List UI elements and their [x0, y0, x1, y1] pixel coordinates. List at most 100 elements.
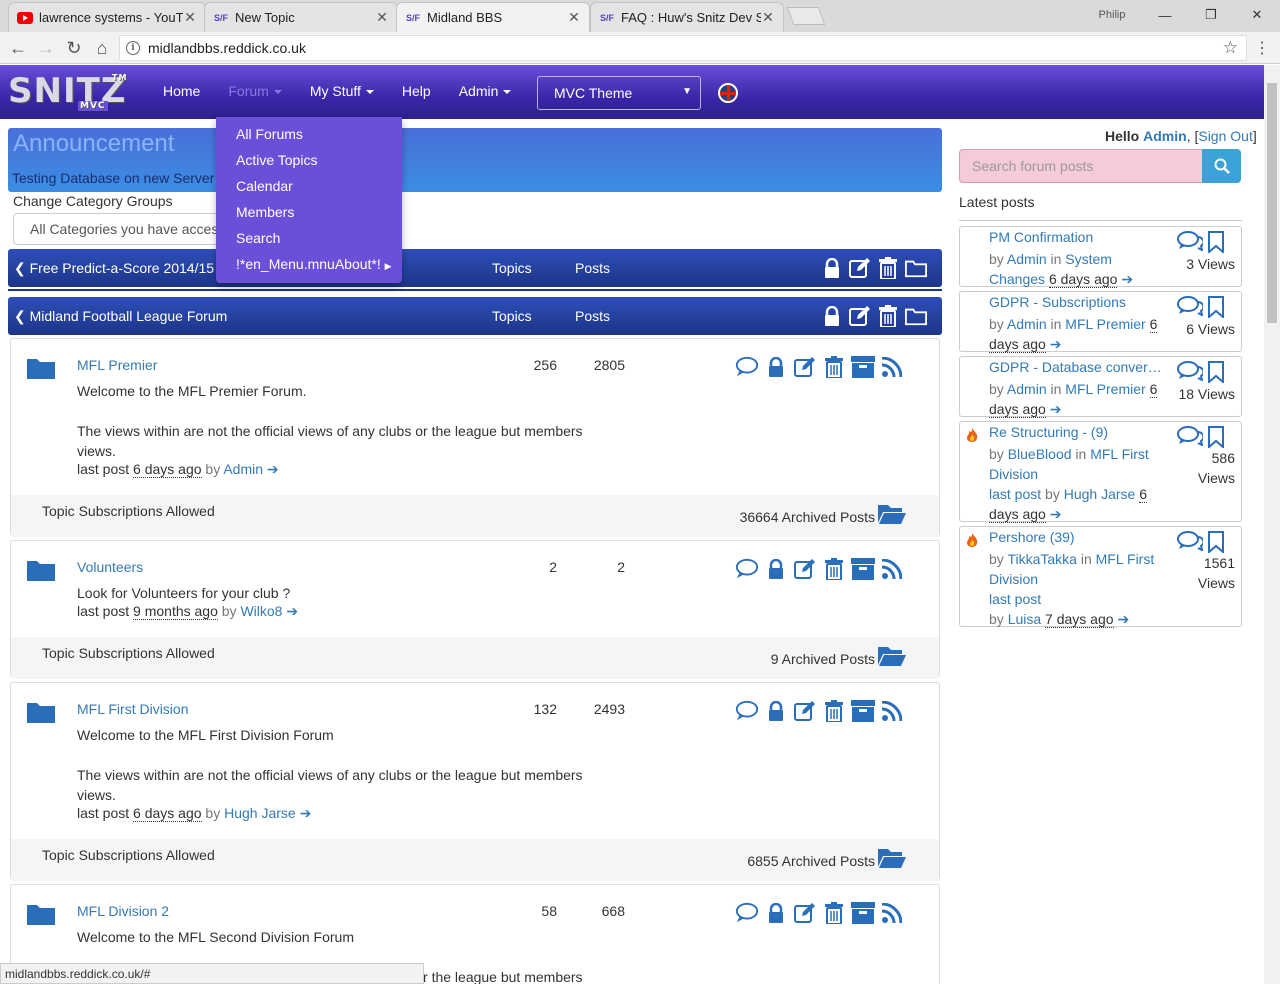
browser-menu-icon[interactable]: ⋮: [1254, 38, 1270, 58]
post-title-link[interactable]: GDPR - Subscriptions: [989, 294, 1164, 310]
menu-item-all-forums[interactable]: All Forums: [216, 125, 402, 151]
comment-icon[interactable]: [735, 355, 759, 379]
menu-item-calendar[interactable]: Calendar: [216, 177, 402, 203]
post-forum[interactable]: MFL Premier: [1065, 316, 1145, 332]
trash-icon[interactable]: [877, 257, 899, 279]
folder-icon[interactable]: [905, 257, 927, 279]
lock-icon[interactable]: [764, 557, 788, 581]
forum-name-link[interactable]: MFL Division 2: [77, 903, 169, 919]
bookmark-star-icon[interactable]: ☆: [1223, 38, 1238, 58]
category-header[interactable]: ❮ Midland Football League Forum Topics P…: [8, 297, 942, 335]
browser-tab-active[interactable]: S/F Midland BBS ✕: [396, 2, 590, 32]
folder-open-icon[interactable]: [878, 847, 906, 869]
trash-icon[interactable]: [822, 557, 846, 581]
trash-icon[interactable]: [822, 355, 846, 379]
comment-icon[interactable]: [735, 557, 759, 581]
last-post-author[interactable]: Wilko8: [240, 603, 282, 619]
edit-icon[interactable]: [793, 699, 817, 723]
folder-icon[interactable]: [905, 305, 927, 327]
arrow-right-icon[interactable]: ➔: [300, 805, 312, 821]
menu-item-active-topics[interactable]: Active Topics: [216, 151, 402, 177]
edit-icon[interactable]: [793, 557, 817, 581]
category-group-select[interactable]: All Categories you have access to: [13, 213, 233, 245]
arrow-right-icon[interactable]: ➔: [1050, 506, 1062, 522]
user-link[interactable]: Admin: [1143, 128, 1187, 144]
edit-icon[interactable]: [849, 257, 871, 279]
browser-tab[interactable]: S/F New Topic ✕: [204, 2, 398, 32]
info-icon[interactable]: i: [126, 41, 140, 55]
bookmark-icon[interactable]: [1207, 361, 1225, 386]
bookmark-icon[interactable]: [1207, 296, 1225, 321]
comments-icon[interactable]: [1177, 296, 1205, 321]
close-icon[interactable]: ✕: [375, 9, 389, 26]
nav-help[interactable]: Help: [402, 83, 431, 99]
archive-icon[interactable]: [851, 699, 875, 723]
trash-icon[interactable]: [822, 699, 846, 723]
lock-icon[interactable]: [764, 699, 788, 723]
category-header[interactable]: ❮ Free Predict-a-Score 2014/15 Topics Po…: [8, 249, 942, 291]
folder-open-icon[interactable]: [878, 645, 906, 667]
minimize-icon[interactable]: —: [1142, 8, 1188, 23]
comment-icon[interactable]: [735, 699, 759, 723]
forum-name-link[interactable]: MFL First Division: [77, 701, 189, 717]
arrow-right-icon[interactable]: ➔: [1050, 336, 1062, 352]
post-author[interactable]: Admin: [1007, 381, 1047, 397]
lock-icon[interactable]: [764, 355, 788, 379]
new-tab-button[interactable]: [786, 7, 826, 25]
forward-icon[interactable]: →: [34, 36, 58, 60]
back-icon[interactable]: ←: [6, 36, 30, 60]
close-icon[interactable]: ✕: [761, 9, 775, 26]
nav-admin[interactable]: Admin: [459, 83, 512, 99]
url-field[interactable]: i midlandbbs.reddick.co.uk ☆: [119, 35, 1247, 61]
last-post-author[interactable]: Hugh Jarse: [224, 805, 296, 821]
restore-icon[interactable]: ❐: [1188, 7, 1234, 23]
snitz-logo[interactable]: SNITZ MVC TM: [8, 71, 126, 111]
lock-icon[interactable]: [821, 305, 843, 327]
close-icon[interactable]: ✕: [183, 9, 197, 26]
page-scrollbar[interactable]: [1264, 65, 1280, 984]
last-post-author[interactable]: Admin: [223, 461, 263, 477]
search-input[interactable]: Search forum posts: [959, 149, 1203, 183]
theme-select[interactable]: MVC Theme ▼: [537, 76, 701, 110]
post-title-link[interactable]: PM Confirmation: [989, 229, 1164, 245]
arrow-right-icon[interactable]: ➔: [286, 603, 298, 619]
post-author[interactable]: TikkaTakka: [1007, 551, 1077, 567]
archive-icon[interactable]: [851, 901, 875, 925]
close-window-icon[interactable]: ✕: [1234, 7, 1280, 23]
post-author[interactable]: Admin: [1007, 316, 1047, 332]
forum-name-link[interactable]: Volunteers: [77, 559, 143, 575]
archive-icon[interactable]: [851, 557, 875, 581]
comments-icon[interactable]: [1177, 361, 1205, 386]
menu-item-members[interactable]: Members: [216, 203, 402, 229]
comments-icon[interactable]: [1177, 231, 1205, 256]
last-post-label[interactable]: last post: [989, 591, 1041, 607]
post-forum[interactable]: MFL Premier: [1065, 381, 1145, 397]
uk-flag-icon[interactable]: [718, 83, 738, 103]
post-title-link[interactable]: GDPR - Database conversion: [989, 359, 1164, 375]
lock-icon[interactable]: [821, 257, 843, 279]
scrollbar-thumb[interactable]: [1267, 83, 1277, 323]
post-author[interactable]: Admin: [1007, 251, 1047, 267]
search-button[interactable]: [1202, 149, 1241, 183]
rss-icon[interactable]: [880, 557, 904, 581]
menu-item-about[interactable]: !*en_Menu.mnuAbout*! ▶: [216, 255, 402, 281]
nav-mystuff[interactable]: My Stuff: [310, 83, 374, 99]
arrow-right-icon[interactable]: ➔: [1121, 271, 1133, 287]
reload-icon[interactable]: ↻: [62, 36, 86, 60]
edit-icon[interactable]: [793, 355, 817, 379]
post-author[interactable]: BlueBlood: [1008, 446, 1072, 462]
nav-home[interactable]: Home: [163, 83, 200, 99]
browser-tab[interactable]: lawrence systems - YouTube ✕: [8, 2, 206, 32]
post-last-author[interactable]: Hugh Jarse: [1064, 486, 1136, 502]
arrow-right-icon[interactable]: ➔: [1117, 611, 1129, 627]
trash-icon[interactable]: [822, 901, 846, 925]
rss-icon[interactable]: [880, 355, 904, 379]
arrow-right-icon[interactable]: ➔: [1050, 401, 1062, 417]
sign-out-link[interactable]: Sign Out: [1198, 128, 1252, 144]
home-icon[interactable]: ⌂: [90, 36, 114, 60]
forum-name-link[interactable]: MFL Premier: [77, 357, 157, 373]
post-title-link[interactable]: Pershore (39): [989, 529, 1164, 545]
rss-icon[interactable]: [880, 901, 904, 925]
edit-icon[interactable]: [849, 305, 871, 327]
browser-tab[interactable]: S/F FAQ : Huw's Snitz Dev Site ✕: [590, 2, 784, 32]
